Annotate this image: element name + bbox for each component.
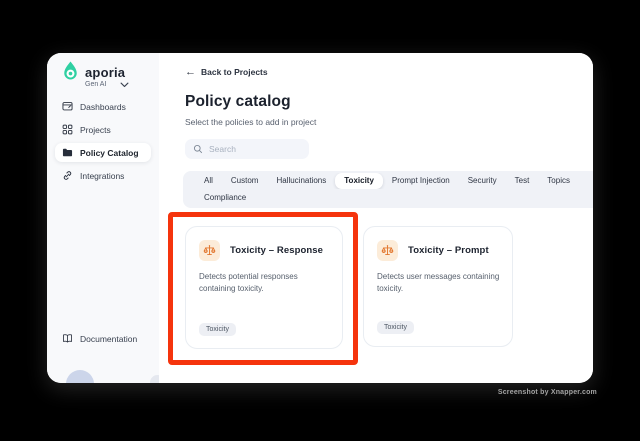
tab-all[interactable]: All: [195, 173, 222, 189]
filter-tabs-row-1: All Custom Hallucinations Toxicity Promp…: [195, 173, 593, 189]
tab-prompt-injection[interactable]: Prompt Injection: [383, 173, 459, 189]
sidebar-item-label: Policy Catalog: [80, 147, 139, 158]
integrations-icon: [62, 170, 73, 181]
aporia-logo-icon: [62, 60, 79, 79]
search-box[interactable]: [185, 139, 309, 159]
tab-topics[interactable]: Topics: [538, 173, 579, 189]
dashboards-icon: [62, 101, 73, 112]
folder-icon: [62, 147, 73, 158]
back-to-projects-link[interactable]: ← Back to Projects: [185, 66, 268, 78]
page-title: Policy catalog: [185, 93, 291, 110]
sidebar-item-label: Integrations: [80, 170, 125, 181]
sidebar-item-label: Dashboards: [80, 101, 126, 112]
brand-name: aporia: [85, 65, 126, 80]
card-description: Detects user messages containing toxicit…: [377, 272, 500, 294]
projects-icon: [62, 124, 73, 135]
tab-toxicity[interactable]: Toxicity: [335, 173, 383, 189]
policy-card-toxicity-response[interactable]: Toxicity – Response Detects potential re…: [185, 226, 343, 349]
sidebar-nav: Dashboards Projects Policy Catalog Integ…: [47, 97, 159, 185]
tab-custom[interactable]: Custom: [222, 173, 268, 189]
card-description: Detects potential responses containing t…: [199, 272, 298, 294]
arrow-left-icon: ←: [185, 66, 196, 78]
sidebar-item-documentation[interactable]: Documentation: [55, 329, 151, 348]
tab-hallucinations[interactable]: Hallucinations: [267, 173, 335, 189]
sidebar-item-policy-catalog[interactable]: Policy Catalog: [55, 143, 151, 162]
scales-icon: [377, 240, 398, 261]
sidebar-item-integrations[interactable]: Integrations: [55, 166, 151, 185]
policy-card-toxicity-prompt[interactable]: Toxicity – Prompt Detects user messages …: [363, 226, 513, 347]
xnapper-watermark: Screenshot by Xnapper.com: [497, 389, 597, 396]
sidebar-item-label: Documentation: [80, 333, 138, 344]
card-title: Toxicity – Response: [230, 245, 324, 256]
tab-compliance[interactable]: Compliance: [195, 190, 255, 206]
filter-tabs-row-2: Compliance: [195, 190, 593, 206]
policy-cards: Toxicity – Response Detects potential re…: [185, 226, 593, 349]
main-content: ← Back to Projects Policy catalog Select…: [159, 53, 593, 383]
sidebar: aporia Gen AI Dashboards Projects Policy…: [47, 53, 159, 383]
card-tag-toxicity: Toxicity: [377, 321, 414, 334]
workspace-name: Gen AI: [85, 81, 107, 88]
sidebar-item-dashboards[interactable]: Dashboards: [55, 97, 151, 116]
scales-icon: [199, 240, 220, 261]
sidebar-item-projects[interactable]: Projects: [55, 120, 151, 139]
user-avatar[interactable]: [66, 370, 94, 383]
page-subtitle: Select the policies to add in project: [185, 117, 317, 127]
back-link-label: Back to Projects: [201, 67, 268, 77]
search-icon: [193, 144, 203, 154]
workspace-switcher[interactable]: aporia Gen AI: [47, 53, 159, 88]
tab-security[interactable]: Security: [459, 173, 506, 189]
screenshot-stage: aporia Gen AI Dashboards Projects Policy…: [0, 0, 640, 441]
book-icon: [62, 333, 73, 344]
search-input[interactable]: [209, 144, 299, 154]
sidebar-item-label: Projects: [80, 124, 111, 135]
chevron-down-icon[interactable]: [120, 82, 129, 88]
tab-test[interactable]: Test: [506, 173, 539, 189]
filter-tabs-bar: All Custom Hallucinations Toxicity Promp…: [183, 171, 593, 208]
card-tag-toxicity: Toxicity: [199, 323, 236, 336]
card-title: Toxicity – Prompt: [408, 245, 489, 256]
app-window: aporia Gen AI Dashboards Projects Policy…: [47, 53, 593, 383]
